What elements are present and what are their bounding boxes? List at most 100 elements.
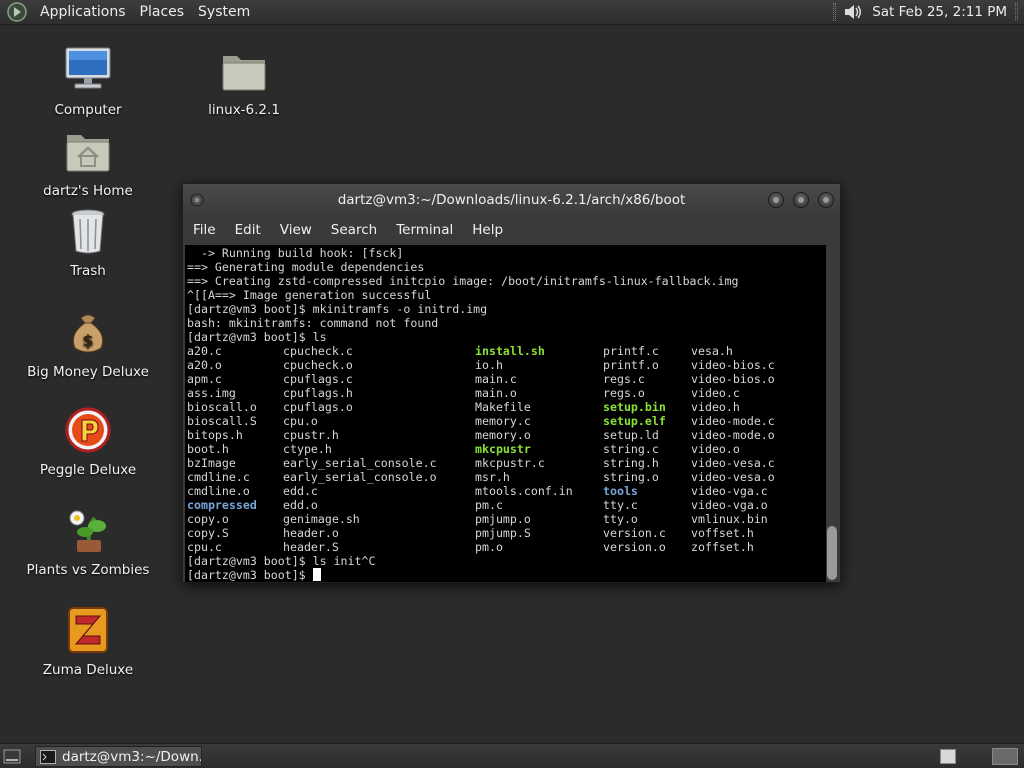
ls-entry-file: copy.o <box>187 512 229 526</box>
window-menu-icon[interactable] <box>190 193 204 207</box>
close-button[interactable] <box>818 192 834 208</box>
taskbar-button-terminal[interactable]: dartz@vm3:~/Down... <box>35 746 202 767</box>
ls-row: bzImage early_serial_console.c mkcpustr.c s… <box>187 456 828 470</box>
ls-entry-file: cpucheck.c <box>283 344 353 358</box>
ls-listing: a20.c cpucheck.c install.sh printf.c vesa.h a… <box>187 344 828 554</box>
ls-row: cmdline.o edd.c mtools.conf.in tools video-v… <box>187 484 828 498</box>
window-controls <box>768 192 834 208</box>
ls-entry-file: cpuflags.c <box>283 372 353 386</box>
show-desktop-icon[interactable] <box>3 748 21 765</box>
applications-menu[interactable]: Applications <box>33 4 133 20</box>
menu-file[interactable]: File <box>187 222 222 238</box>
ls-entry-file: string.o <box>603 470 659 484</box>
close-icon <box>823 197 829 203</box>
ls-entry-file: pm.o <box>475 540 503 554</box>
ls-entry-file: printf.c <box>603 344 659 358</box>
ls-entry-file: regs.c <box>603 372 645 386</box>
ls-entry-file: bioscall.S <box>187 414 257 428</box>
ls-entry-file: pmjump.S <box>475 526 531 540</box>
desktop-icon-home[interactable]: dartz's Home <box>23 127 153 199</box>
svg-text:$: $ <box>82 331 93 350</box>
terminal-line: [dartz@vm3 boot]$ ls <box>187 330 327 344</box>
home-folder-icon <box>66 135 110 172</box>
menu-edit[interactable]: Edit <box>229 222 267 238</box>
ls-row: bioscall.o cpuflags.o Makefile setup.bin vid… <box>187 400 828 414</box>
plants-vs-zombies-icon <box>69 510 106 552</box>
ls-entry-file: ctype.h <box>283 442 332 456</box>
desktop-icon-computer[interactable]: Computer <box>23 46 153 118</box>
ls-entry-file: video.o <box>691 442 740 456</box>
ls-entry-file: mtools.conf.in <box>475 484 573 498</box>
trash-icon <box>71 209 105 254</box>
menu-help[interactable]: Help <box>466 222 509 238</box>
minimize-button[interactable] <box>768 192 784 208</box>
ls-entry-file: header.o <box>283 526 339 540</box>
desktop-icon-trash[interactable]: Trash <box>23 207 153 279</box>
ls-entry-file: bitops.h <box>187 428 243 442</box>
terminal-window[interactable]: dartz@vm3:~/Downloads/linux-6.2.1/arch/x… <box>182 183 841 583</box>
ls-row: ass.img cpuflags.h main.o regs.o video.c <box>187 386 828 400</box>
ls-entry-file: video-mode.c <box>691 414 775 428</box>
ls-entry-file: video.c <box>691 386 740 400</box>
ls-entry-file: pm.c <box>475 498 503 512</box>
ls-entry-file: msr.h <box>475 470 510 484</box>
ls-row: cmdline.c early_serial_console.o msr.h stri… <box>187 470 828 484</box>
ls-entry-file: tty.c <box>603 498 638 512</box>
desktop-icon-label: Big Money Deluxe <box>27 364 149 380</box>
ls-entry-file: cmdline.o <box>187 484 250 498</box>
workspace-1[interactable] <box>940 749 956 764</box>
ls-entry-file: cpu.c <box>187 540 222 554</box>
ls-entry-executable: mkcpustr <box>475 442 531 456</box>
ls-entry-directory: compressed <box>187 498 257 512</box>
terminal-output[interactable]: -> Running build hook: [fsck] ==> Genera… <box>185 245 828 582</box>
terminal-prompt: [dartz@vm3 boot]$ <box>187 568 313 582</box>
clock[interactable]: Sat Feb 25, 2:11 PM <box>872 4 1007 20</box>
ls-entry-file: apm.c <box>187 372 222 386</box>
window-titlebar[interactable]: dartz@vm3:~/Downloads/linux-6.2.1/arch/x… <box>183 184 840 216</box>
ls-entry-file: video-vesa.c <box>691 456 775 470</box>
ls-entry-file: memory.o <box>475 428 531 442</box>
ls-entry-file: header.S <box>283 540 339 554</box>
ls-entry-file: cmdline.c <box>187 470 250 484</box>
system-menu[interactable]: System <box>191 4 257 20</box>
ls-row: compressed edd.o pm.c tty.c video-vga.o <box>187 498 828 512</box>
ls-entry-file: cpu.o <box>283 414 318 428</box>
maximize-icon <box>798 197 804 203</box>
ls-entry-file: cpuflags.o <box>283 400 353 414</box>
menu-search[interactable]: Search <box>325 222 383 238</box>
ls-row: copy.S header.o pmjump.S version.c voffset.h <box>187 526 828 540</box>
minimize-icon <box>773 197 779 203</box>
menu-terminal[interactable]: Terminal <box>390 222 459 238</box>
menu-view[interactable]: View <box>274 222 318 238</box>
peggle-icon <box>65 407 111 453</box>
workspace-2[interactable] <box>992 748 1018 765</box>
desktop-icon-peggle[interactable]: Peggle Deluxe <box>23 406 153 478</box>
ls-entry-file: main.c <box>475 372 517 386</box>
ls-entry-file: copy.S <box>187 526 229 540</box>
ls-entry-file: tty.o <box>603 512 638 526</box>
terminal-scrollbar[interactable] <box>826 245 838 582</box>
ls-entry-executable: install.sh <box>475 344 545 358</box>
ls-entry-file: string.c <box>603 442 659 456</box>
places-menu[interactable]: Places <box>133 4 192 20</box>
terminal-icon <box>40 749 56 764</box>
ls-entry-executable: setup.bin <box>603 400 666 414</box>
volume-icon[interactable] <box>842 1 864 23</box>
taskbar-button-label: dartz@vm3:~/Down... <box>62 748 202 765</box>
panel-separator <box>833 3 837 21</box>
ls-entry-file: main.o <box>475 386 517 400</box>
ls-row: bitops.h cpustr.h memory.o setup.ld video-mo… <box>187 428 828 442</box>
desktop-icon-plants-vs-zombies[interactable]: Plants vs Zombies <box>23 506 153 578</box>
desktop-icon-linux-folder[interactable]: linux-6.2.1 <box>179 46 309 118</box>
gnome-foot-logo-icon[interactable] <box>6 1 28 23</box>
ls-row: a20.c cpucheck.c install.sh printf.c vesa.h <box>187 344 828 358</box>
terminal-line: [dartz@vm3 boot]$ ls init^C <box>187 554 376 568</box>
maximize-button[interactable] <box>793 192 809 208</box>
ls-entry-file: memory.c <box>475 414 531 428</box>
desktop-icon-zuma[interactable]: Zuma Deluxe <box>23 606 153 678</box>
ls-entry-file: cpustr.h <box>283 428 339 442</box>
desktop-icon-big-money[interactable]: $ Big Money Deluxe <box>23 308 153 380</box>
ls-entry-file: zoffset.h <box>691 540 754 554</box>
scrollbar-thumb[interactable] <box>827 526 837 580</box>
ls-entry-file: edd.o <box>283 498 318 512</box>
